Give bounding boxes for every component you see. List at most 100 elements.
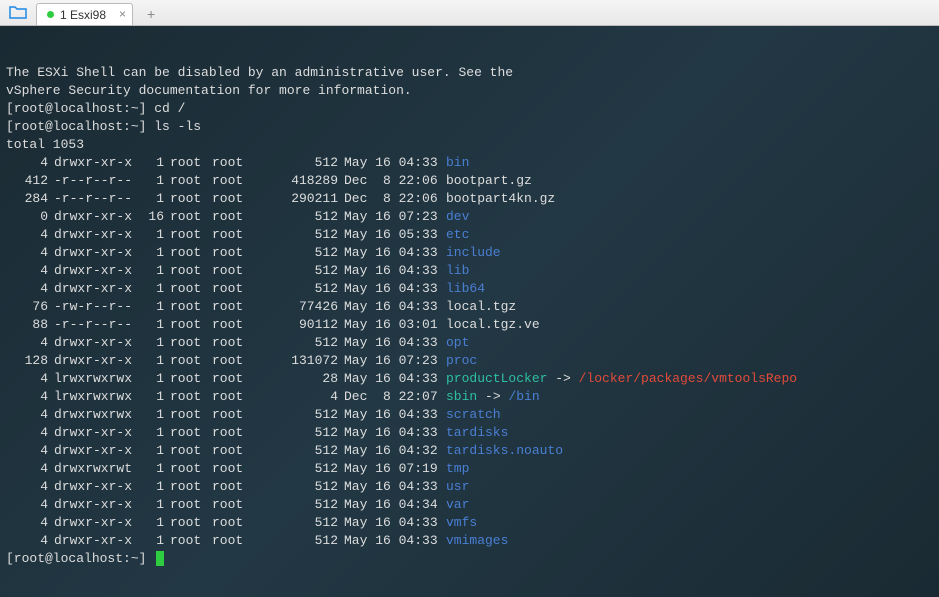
list-item: 4drwxr-xr-x1rootroot512May 16 04:33opt	[6, 334, 933, 352]
blocks: 4	[6, 442, 48, 460]
size: 77426	[260, 298, 338, 316]
prompt-line: [root@localhost:~] cd /	[6, 101, 185, 116]
blocks: 4	[6, 406, 48, 424]
date: May 16 07:23	[338, 208, 440, 226]
date: May 16 04:33	[338, 334, 440, 352]
date: May 16 07:23	[338, 352, 440, 370]
filename: sbin	[440, 388, 477, 406]
filename: vmimages	[440, 532, 508, 550]
blocks: 412	[6, 172, 48, 190]
link-count: 1	[128, 424, 164, 442]
banner-line: vSphere Security documentation for more …	[6, 83, 412, 98]
blocks: 128	[6, 352, 48, 370]
date: May 16 04:33	[338, 280, 440, 298]
link-count: 1	[128, 280, 164, 298]
permissions: drwxr-xr-x	[48, 226, 128, 244]
group: root	[206, 262, 260, 280]
list-item: 76-rw-r--r--1rootroot77426May 16 04:33lo…	[6, 298, 933, 316]
list-item: 88-r--r--r--1rootroot90112May 16 03:01lo…	[6, 316, 933, 334]
date: May 16 04:34	[338, 496, 440, 514]
date: May 16 04:33	[338, 514, 440, 532]
list-item: 4lrwxrwxrwx1rootroot4Dec 8 22:07sbin -> …	[6, 388, 933, 406]
link-count: 1	[128, 226, 164, 244]
permissions: drwxr-xr-x	[48, 280, 128, 298]
tab-esxi[interactable]: 1 Esxi98 ×	[36, 3, 133, 25]
list-item: 4drwxr-xr-x1rootroot512May 16 04:33usr	[6, 478, 933, 496]
permissions: drwxrwxrwx	[48, 406, 128, 424]
filename: tardisks.noauto	[440, 442, 563, 460]
group: root	[206, 298, 260, 316]
list-item: 4drwxrwxrwx1rootroot512May 16 04:33scrat…	[6, 406, 933, 424]
owner: root	[164, 208, 206, 226]
group: root	[206, 514, 260, 532]
link-count: 1	[128, 370, 164, 388]
date: May 16 03:01	[338, 316, 440, 334]
folder-icon[interactable]	[8, 2, 28, 22]
group: root	[206, 478, 260, 496]
date: May 16 04:33	[338, 154, 440, 172]
blocks: 4	[6, 514, 48, 532]
filename: tmp	[440, 460, 469, 478]
link-count: 1	[128, 388, 164, 406]
filename: local.tgz.ve	[440, 316, 540, 334]
permissions: -r--r--r--	[48, 172, 128, 190]
terminal[interactable]: The ESXi Shell can be disabled by an adm…	[0, 26, 939, 597]
close-icon[interactable]: ×	[119, 8, 126, 20]
owner: root	[164, 442, 206, 460]
tab-label: 1 Esxi98	[60, 8, 106, 22]
date: May 16 07:19	[338, 460, 440, 478]
owner: root	[164, 388, 206, 406]
add-tab-button[interactable]: +	[139, 6, 163, 25]
link-count: 1	[128, 352, 164, 370]
size: 512	[260, 262, 338, 280]
size: 418289	[260, 172, 338, 190]
prompt-line: [root@localhost:~]	[6, 551, 154, 566]
filename: lib64	[440, 280, 485, 298]
list-item: 4drwxr-xr-x1rootroot512May 16 04:32tardi…	[6, 442, 933, 460]
date: May 16 04:33	[338, 406, 440, 424]
list-item: 4drwxr-xr-x1rootroot512May 16 04:33tardi…	[6, 424, 933, 442]
date: May 16 04:33	[338, 244, 440, 262]
permissions: -r--r--r--	[48, 316, 128, 334]
link-count: 1	[128, 172, 164, 190]
symlink-target: /locker/packages/vmtoolsRepo	[579, 371, 797, 386]
tab-bar: 1 Esxi98 × +	[0, 0, 939, 26]
link-count: 1	[128, 154, 164, 172]
group: root	[206, 370, 260, 388]
filename: lib	[440, 262, 469, 280]
list-item: 284-r--r--r--1rootroot290211Dec 8 22:06b…	[6, 190, 933, 208]
link-count: 16	[128, 208, 164, 226]
group: root	[206, 190, 260, 208]
size: 512	[260, 154, 338, 172]
owner: root	[164, 370, 206, 388]
owner: root	[164, 226, 206, 244]
group: root	[206, 442, 260, 460]
blocks: 4	[6, 244, 48, 262]
size: 512	[260, 442, 338, 460]
blocks: 4	[6, 334, 48, 352]
file-listing: 4drwxr-xr-x1rootroot512May 16 04:33bin41…	[6, 154, 933, 550]
group: root	[206, 244, 260, 262]
permissions: drwxrwxrwt	[48, 460, 128, 478]
group: root	[206, 424, 260, 442]
owner: root	[164, 190, 206, 208]
list-item: 4lrwxrwxrwx1rootroot28May 16 04:33produc…	[6, 370, 933, 388]
filename: etc	[440, 226, 469, 244]
blocks: 4	[6, 262, 48, 280]
link-count: 1	[128, 316, 164, 334]
permissions: -rw-r--r--	[48, 298, 128, 316]
filename: include	[440, 244, 501, 262]
size: 512	[260, 478, 338, 496]
list-item: 4drwxr-xr-x1rootroot512May 16 04:33vmima…	[6, 532, 933, 550]
size: 512	[260, 208, 338, 226]
symlink-arrow: ->	[477, 389, 508, 404]
owner: root	[164, 424, 206, 442]
date: May 16 04:33	[338, 262, 440, 280]
filename: local.tgz	[440, 298, 516, 316]
blocks: 4	[6, 532, 48, 550]
size: 512	[260, 406, 338, 424]
permissions: lrwxrwxrwx	[48, 388, 128, 406]
permissions: lrwxrwxrwx	[48, 370, 128, 388]
blocks: 4	[6, 478, 48, 496]
permissions: drwxr-xr-x	[48, 424, 128, 442]
